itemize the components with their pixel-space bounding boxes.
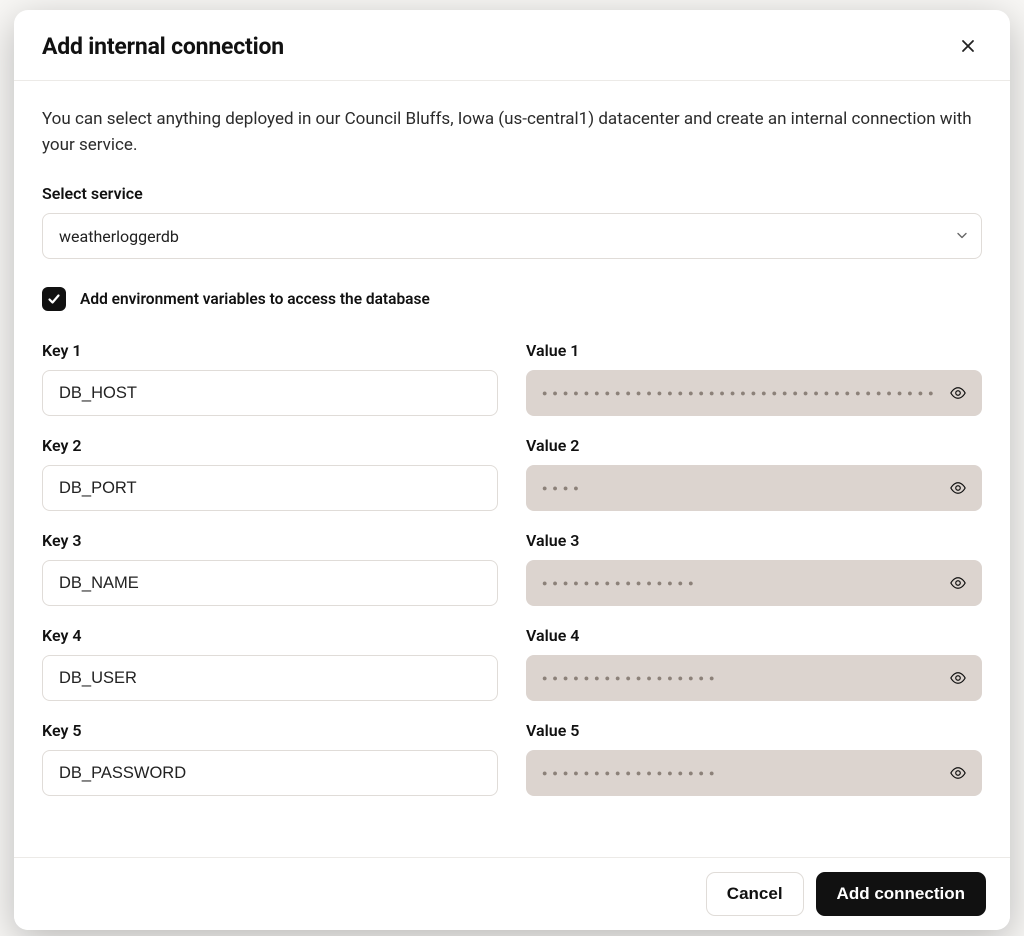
add-connection-button[interactable]: Add connection	[816, 872, 986, 916]
modal-header: Add internal connection	[14, 10, 1010, 81]
key-label: Key 4	[42, 626, 498, 645]
value-label: Value 3	[526, 531, 982, 550]
reveal-value-button[interactable]	[944, 379, 972, 407]
select-service-dropdown[interactable]: weatherloggerdb	[42, 213, 982, 259]
cancel-button[interactable]: Cancel	[706, 872, 804, 916]
key-label: Key 1	[42, 341, 498, 360]
modal-body[interactable]: You can select anything deployed in our …	[14, 81, 1010, 857]
env-value-field[interactable]: ●●●●	[526, 465, 982, 511]
eye-icon	[949, 384, 967, 402]
env-value-field[interactable]: ●●●●●●●●●●●●●●●●●	[526, 750, 982, 796]
add-env-vars-label: Add environment variables to access the …	[80, 290, 430, 308]
masked-value: ●●●●●●●●●●●●●●●	[542, 578, 699, 589]
close-icon	[960, 38, 976, 54]
select-service-value: weatherloggerdb	[59, 227, 179, 246]
modal-footer: Cancel Add connection	[14, 857, 1010, 930]
key-label: Key 5	[42, 721, 498, 740]
reveal-value-button[interactable]	[944, 664, 972, 692]
masked-value: ●●●●●●●●●●●●●●●●●	[542, 673, 719, 684]
env-key-input[interactable]	[42, 560, 498, 606]
chevron-down-icon	[956, 227, 968, 246]
value-label: Value 1	[526, 341, 982, 360]
reveal-value-button[interactable]	[944, 569, 972, 597]
env-value-field[interactable]: ●●●●●●●●●●●●●●●	[526, 560, 982, 606]
masked-value: ●●●●●●●●●●●●●●●●●	[542, 768, 719, 779]
add-env-vars-checkbox[interactable]	[42, 287, 66, 311]
value-label: Value 5	[526, 721, 982, 740]
env-value-field[interactable]: ●●●●●●●●●●●●●●●●●	[526, 655, 982, 701]
masked-value: ●●●●●●●●●●●●●●●●●●●●●●●●●●●●●●●●●●●●●●●●	[542, 388, 936, 399]
env-value-field[interactable]: ●●●●●●●●●●●●●●●●●●●●●●●●●●●●●●●●●●●●●●●●	[526, 370, 982, 416]
value-label: Value 2	[526, 436, 982, 455]
eye-icon	[949, 574, 967, 592]
close-button[interactable]	[954, 32, 982, 60]
reveal-value-button[interactable]	[944, 474, 972, 502]
env-key-input[interactable]	[42, 465, 498, 511]
eye-icon	[949, 764, 967, 782]
reveal-value-button[interactable]	[944, 759, 972, 787]
modal-title: Add internal connection	[42, 33, 284, 60]
value-label: Value 4	[526, 626, 982, 645]
add-internal-connection-modal: Add internal connection You can select a…	[14, 10, 1010, 930]
env-key-input[interactable]	[42, 370, 498, 416]
eye-icon	[949, 669, 967, 687]
check-icon	[47, 292, 61, 306]
select-service-label: Select service	[42, 184, 982, 203]
key-label: Key 2	[42, 436, 498, 455]
env-key-input[interactable]	[42, 655, 498, 701]
env-key-input[interactable]	[42, 750, 498, 796]
key-label: Key 3	[42, 531, 498, 550]
eye-icon	[949, 479, 967, 497]
modal-description: You can select anything deployed in our …	[42, 107, 982, 158]
masked-value: ●●●●	[542, 483, 584, 494]
